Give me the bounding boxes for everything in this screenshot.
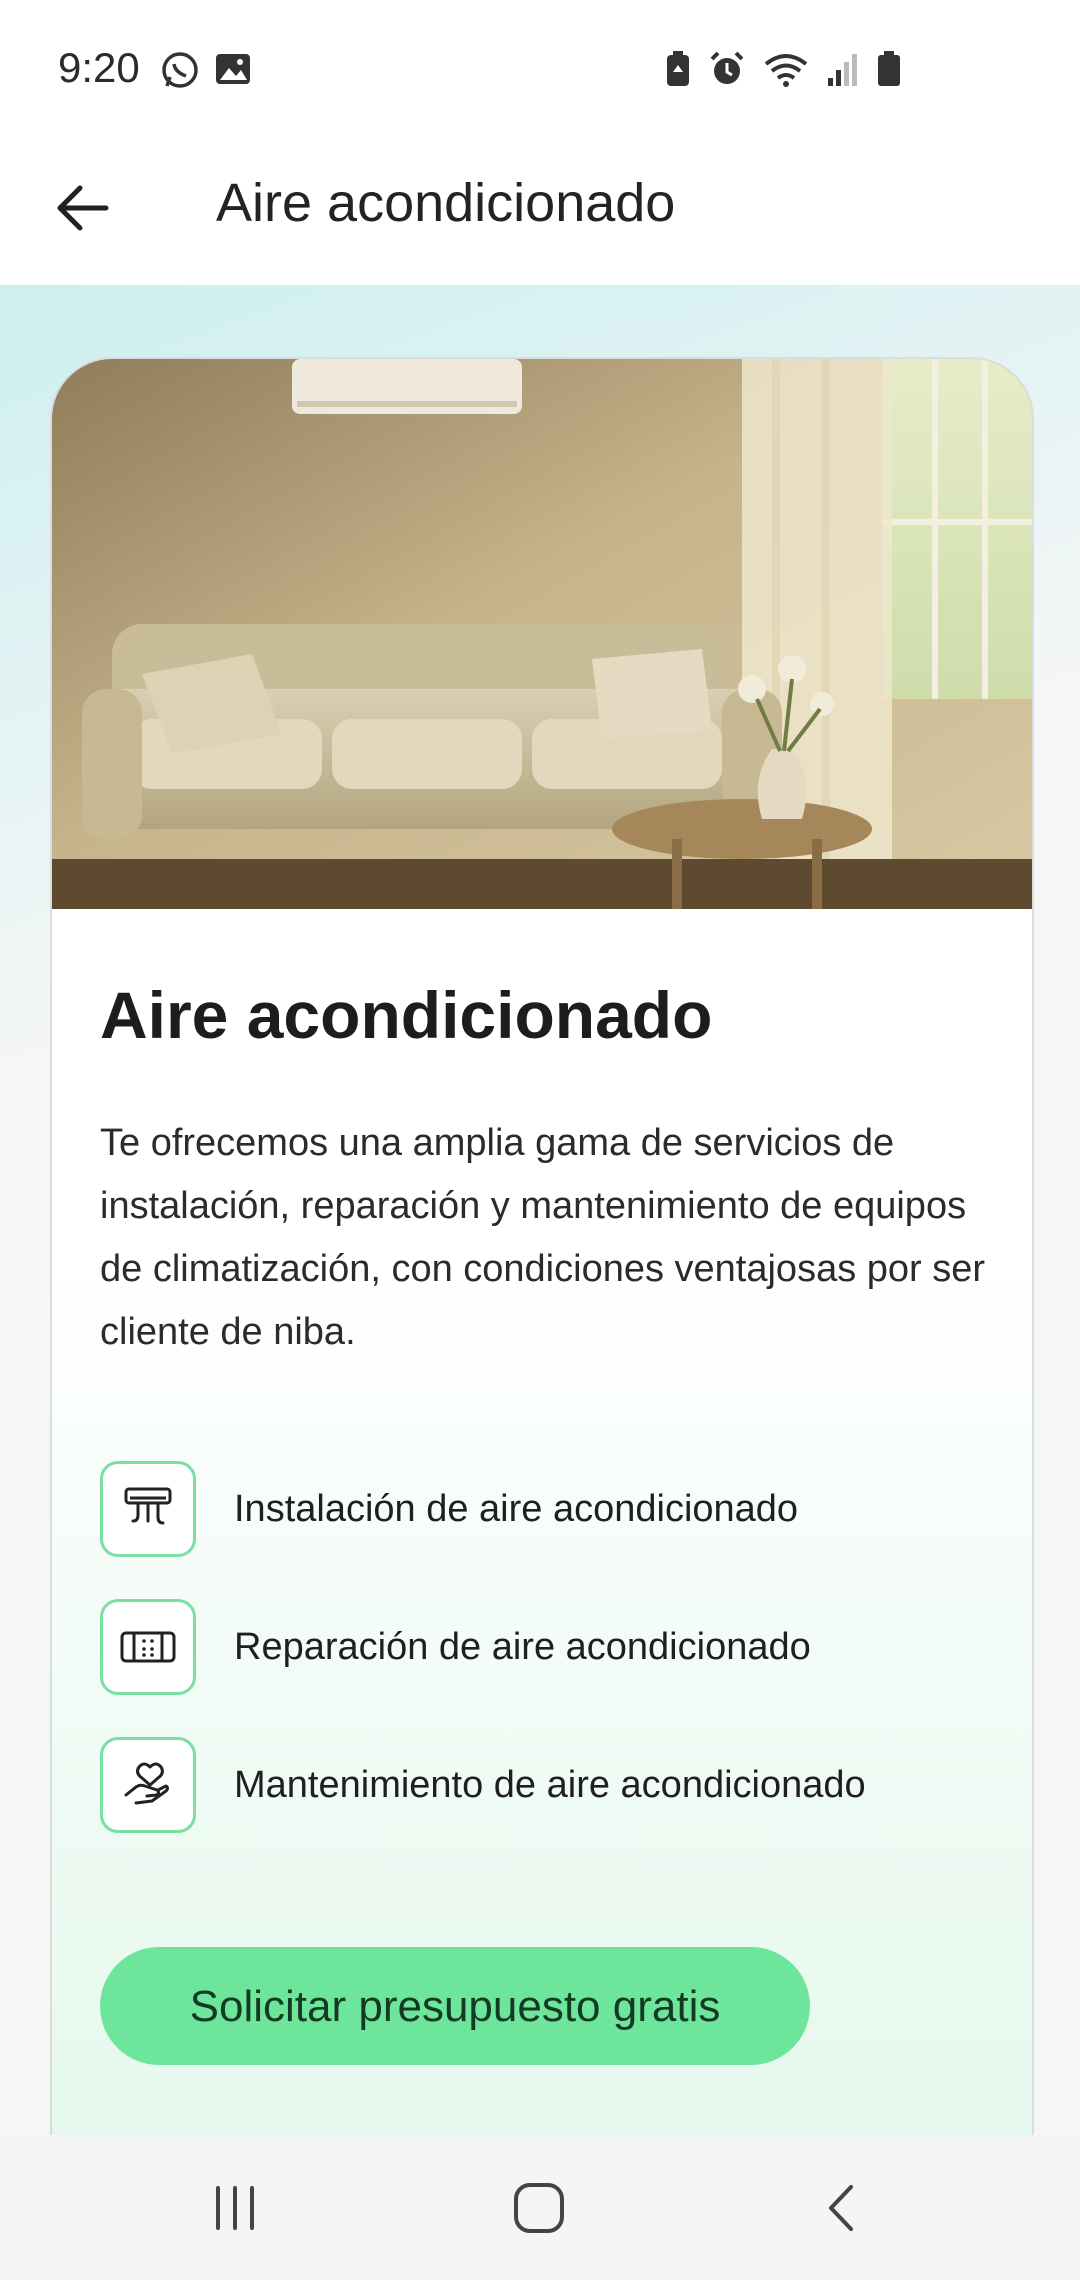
card-title: Aire acondicionado [100, 978, 713, 1052]
wifi-icon [762, 50, 810, 93]
home-button[interactable] [494, 2165, 584, 2255]
status-time: 9:20 [58, 44, 140, 91]
ac-unit-icon [100, 1461, 196, 1557]
feature-item-maintenance: Mantenimiento de aire acondicionado [100, 1735, 1000, 1835]
feature-item-repair: Reparación de aire acondicionado [100, 1597, 1000, 1697]
signal-icon [826, 50, 860, 93]
ac-repair-icon [100, 1599, 196, 1695]
alarm-icon [708, 50, 746, 93]
card-body: Aire acondicionado Te ofrecemos una ampl… [100, 979, 1000, 1364]
feature-label: Instalación de aire acondicionado [234, 1487, 799, 1530]
arrow-left-icon [54, 183, 110, 238]
feature-label: Reparación de aire acondicionado [234, 1625, 811, 1668]
recent-apps-icon [210, 2185, 260, 2235]
system-nav-bar [0, 2135, 1080, 2280]
back-nav-button[interactable] [796, 2165, 886, 2255]
app-bar: Aire acondicionado [0, 140, 1080, 285]
battery-icon [876, 50, 902, 93]
request-quote-button[interactable]: Solicitar presupuesto gratis [100, 1947, 810, 2065]
feature-label: Mantenimiento de aire acondicionado [234, 1763, 866, 1806]
gallery-icon [214, 50, 252, 95]
hand-heart-icon [100, 1737, 196, 1833]
battery-saver-icon [664, 50, 692, 93]
feature-item-installation: Instalación de aire acondicionado [100, 1459, 1000, 1559]
back-button[interactable] [42, 170, 122, 250]
content-area: Aire acondicionado Te ofrecemos una ampl… [0, 285, 1080, 2135]
recent-apps-button[interactable] [190, 2165, 280, 2255]
feature-list: Instalación de aire acondicionado Repara… [100, 1459, 1000, 1873]
service-card: Aire acondicionado Te ofrecemos una ampl… [50, 357, 1034, 2135]
page-title: Aire acondicionado [216, 173, 676, 233]
whatsapp-icon [160, 50, 200, 95]
home-icon [512, 2181, 566, 2240]
living-room-image [52, 359, 1032, 909]
card-description: Te ofrecemos una amplia gama de servicio… [100, 1121, 986, 1353]
status-bar: 9:20 [0, 0, 1080, 140]
chevron-left-icon [823, 2183, 859, 2238]
